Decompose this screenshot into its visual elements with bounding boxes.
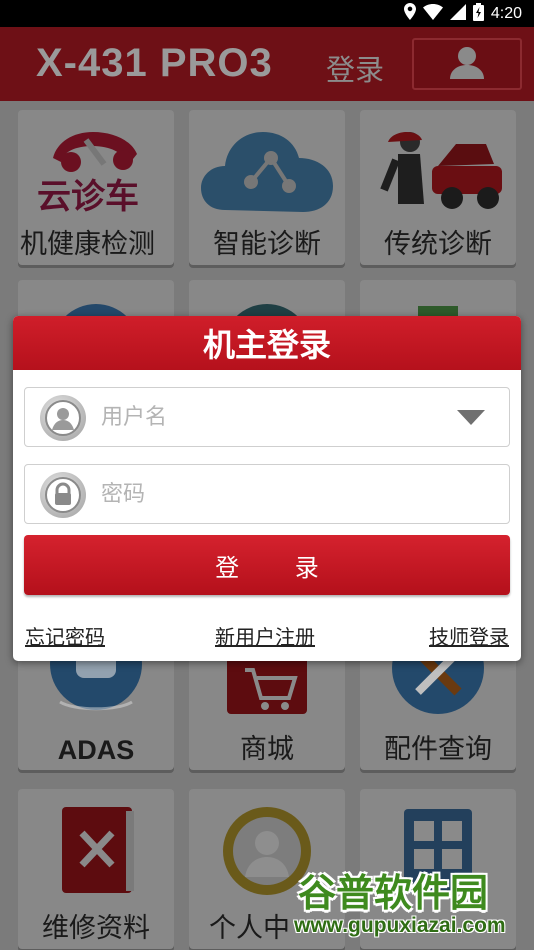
watermark-url: www.gupuxiazai.com bbox=[294, 914, 506, 937]
status-time: 4:20 bbox=[490, 4, 522, 22]
status-icons: 4:20 bbox=[403, 2, 522, 25]
user-icon bbox=[448, 45, 486, 83]
username-field[interactable] bbox=[24, 387, 510, 447]
cell-signal-icon bbox=[449, 3, 466, 24]
battery-charging-icon bbox=[472, 2, 484, 25]
app-bar: X-431 PRO3 登录 bbox=[0, 27, 534, 101]
new-user-register-link[interactable]: 新用户注册 bbox=[215, 621, 315, 650]
watermark-text: 谷普软件园 bbox=[298, 871, 489, 915]
watermark: 谷普软件园 www.gupuxiazai.com bbox=[290, 862, 534, 950]
dialog-title: 机主登录 bbox=[202, 326, 331, 364]
owner-login-dialog: 机主登录 登 录 忘记密码 新用户注册 技师登录 bbox=[13, 316, 521, 661]
technician-login-link[interactable]: 技师登录 bbox=[429, 621, 509, 650]
user-avatar-icon bbox=[40, 395, 86, 441]
login-button[interactable]: 登 录 bbox=[24, 535, 510, 595]
status-bar: 4:20 bbox=[0, 0, 534, 27]
location-icon bbox=[403, 3, 416, 24]
app-title: X-431 PRO3 bbox=[36, 41, 273, 85]
user-profile-button[interactable] bbox=[412, 38, 522, 90]
wifi-icon bbox=[422, 3, 443, 24]
password-input[interactable] bbox=[101, 474, 431, 514]
password-field[interactable] bbox=[24, 464, 510, 524]
header-login-link[interactable]: 登录 bbox=[326, 47, 384, 89]
username-input[interactable] bbox=[101, 397, 431, 437]
dialog-header: 机主登录 bbox=[13, 316, 521, 370]
dropdown-arrow-icon[interactable] bbox=[457, 410, 485, 425]
forgot-password-link[interactable]: 忘记密码 bbox=[25, 621, 105, 650]
lock-icon bbox=[40, 472, 86, 518]
